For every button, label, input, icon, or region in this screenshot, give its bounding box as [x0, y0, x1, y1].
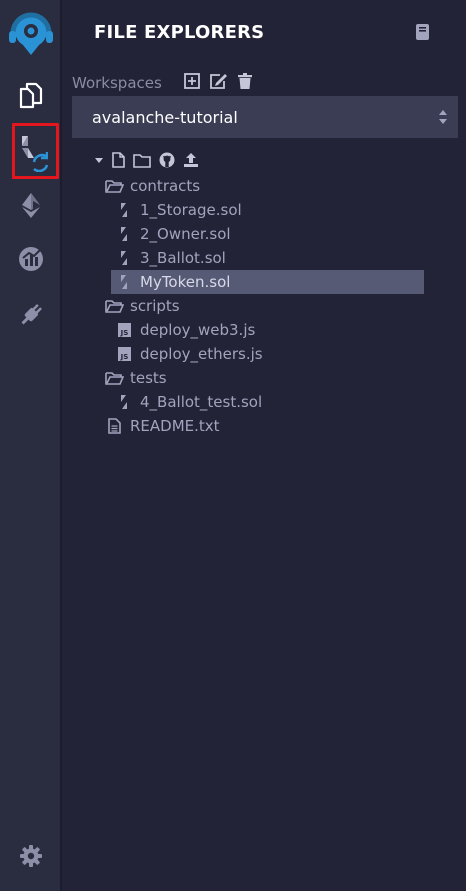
folder-label: tests [130, 369, 167, 387]
github-icon[interactable] [159, 152, 175, 168]
file-deploy-web3[interactable]: JS deploy_web3.js [114, 318, 255, 342]
folder-open-icon [104, 371, 124, 385]
create-workspace-icon[interactable] [184, 73, 200, 89]
new-file-icon[interactable] [112, 152, 125, 168]
deploy-run-icon[interactable] [0, 182, 62, 228]
workspace-select[interactable]: avalanche-tutorial [72, 96, 458, 138]
solidity-file-icon [114, 394, 134, 410]
folder-contracts[interactable]: contracts [104, 174, 200, 198]
file-readme[interactable]: README.txt [104, 414, 220, 438]
file-label: deploy_ethers.js [140, 345, 263, 363]
file-label: MyToken.sol [140, 273, 231, 291]
new-folder-icon[interactable] [133, 153, 151, 168]
file-tree-toolbar [94, 152, 199, 168]
icon-panel [0, 0, 62, 891]
solidity-compiler-icon[interactable] [0, 123, 62, 179]
rename-workspace-icon[interactable] [210, 73, 228, 89]
file-label: 3_Ballot.sol [140, 249, 226, 267]
solidity-file-icon [114, 202, 134, 218]
solidity-file-icon [114, 250, 134, 266]
documentation-icon[interactable] [416, 24, 430, 44]
folder-open-icon [104, 299, 124, 313]
svg-text:JS: JS [119, 329, 128, 337]
collapse-caret-icon[interactable] [94, 155, 104, 165]
file-owner[interactable]: 2_Owner.sol [114, 222, 231, 246]
file-explorer-icon[interactable] [0, 70, 62, 120]
file-explorer-panel: FILE EXPLORERS Workspaces avalanche-tuto… [62, 0, 466, 891]
js-file-icon: JS [114, 323, 134, 337]
file-label: deploy_web3.js [140, 321, 256, 339]
file-label: 1_Storage.sol [140, 201, 242, 219]
svg-text:JS: JS [119, 353, 128, 361]
file-mytoken-selected[interactable]: MyToken.sol [111, 270, 424, 294]
workspace-actions [184, 73, 252, 89]
file-deploy-ethers[interactable]: JS deploy_ethers.js [114, 342, 263, 366]
analysis-icon[interactable] [0, 236, 62, 282]
remix-logo-icon[interactable] [0, 8, 62, 58]
folder-open-icon [104, 179, 124, 193]
file-ballot[interactable]: 3_Ballot.sol [114, 246, 226, 270]
workspaces-label: Workspaces [72, 74, 162, 92]
js-file-icon: JS [114, 347, 134, 361]
panel-title: FILE EXPLORERS [94, 22, 265, 43]
file-label: 4_Ballot_test.sol [140, 393, 263, 411]
select-arrows-icon [438, 108, 448, 130]
file-label: 2_Owner.sol [140, 225, 231, 243]
folder-tests[interactable]: tests [104, 366, 167, 390]
upload-icon[interactable] [183, 152, 199, 168]
highlight-box [12, 123, 59, 179]
file-label: README.txt [130, 417, 220, 435]
file-ballot-test[interactable]: 4_Ballot_test.sol [114, 390, 262, 414]
folder-label: scripts [130, 297, 180, 315]
folder-label: contracts [130, 177, 201, 195]
delete-workspace-icon[interactable] [238, 73, 252, 89]
solidity-file-icon [114, 274, 134, 290]
workspace-select-value: avalanche-tutorial [92, 107, 238, 127]
file-storage[interactable]: 1_Storage.sol [114, 198, 242, 222]
solidity-file-icon [114, 226, 134, 242]
plugin-manager-icon[interactable] [0, 292, 62, 338]
folder-scripts[interactable]: scripts [104, 294, 180, 318]
gear-icon[interactable] [0, 836, 62, 876]
text-file-icon [104, 418, 124, 434]
